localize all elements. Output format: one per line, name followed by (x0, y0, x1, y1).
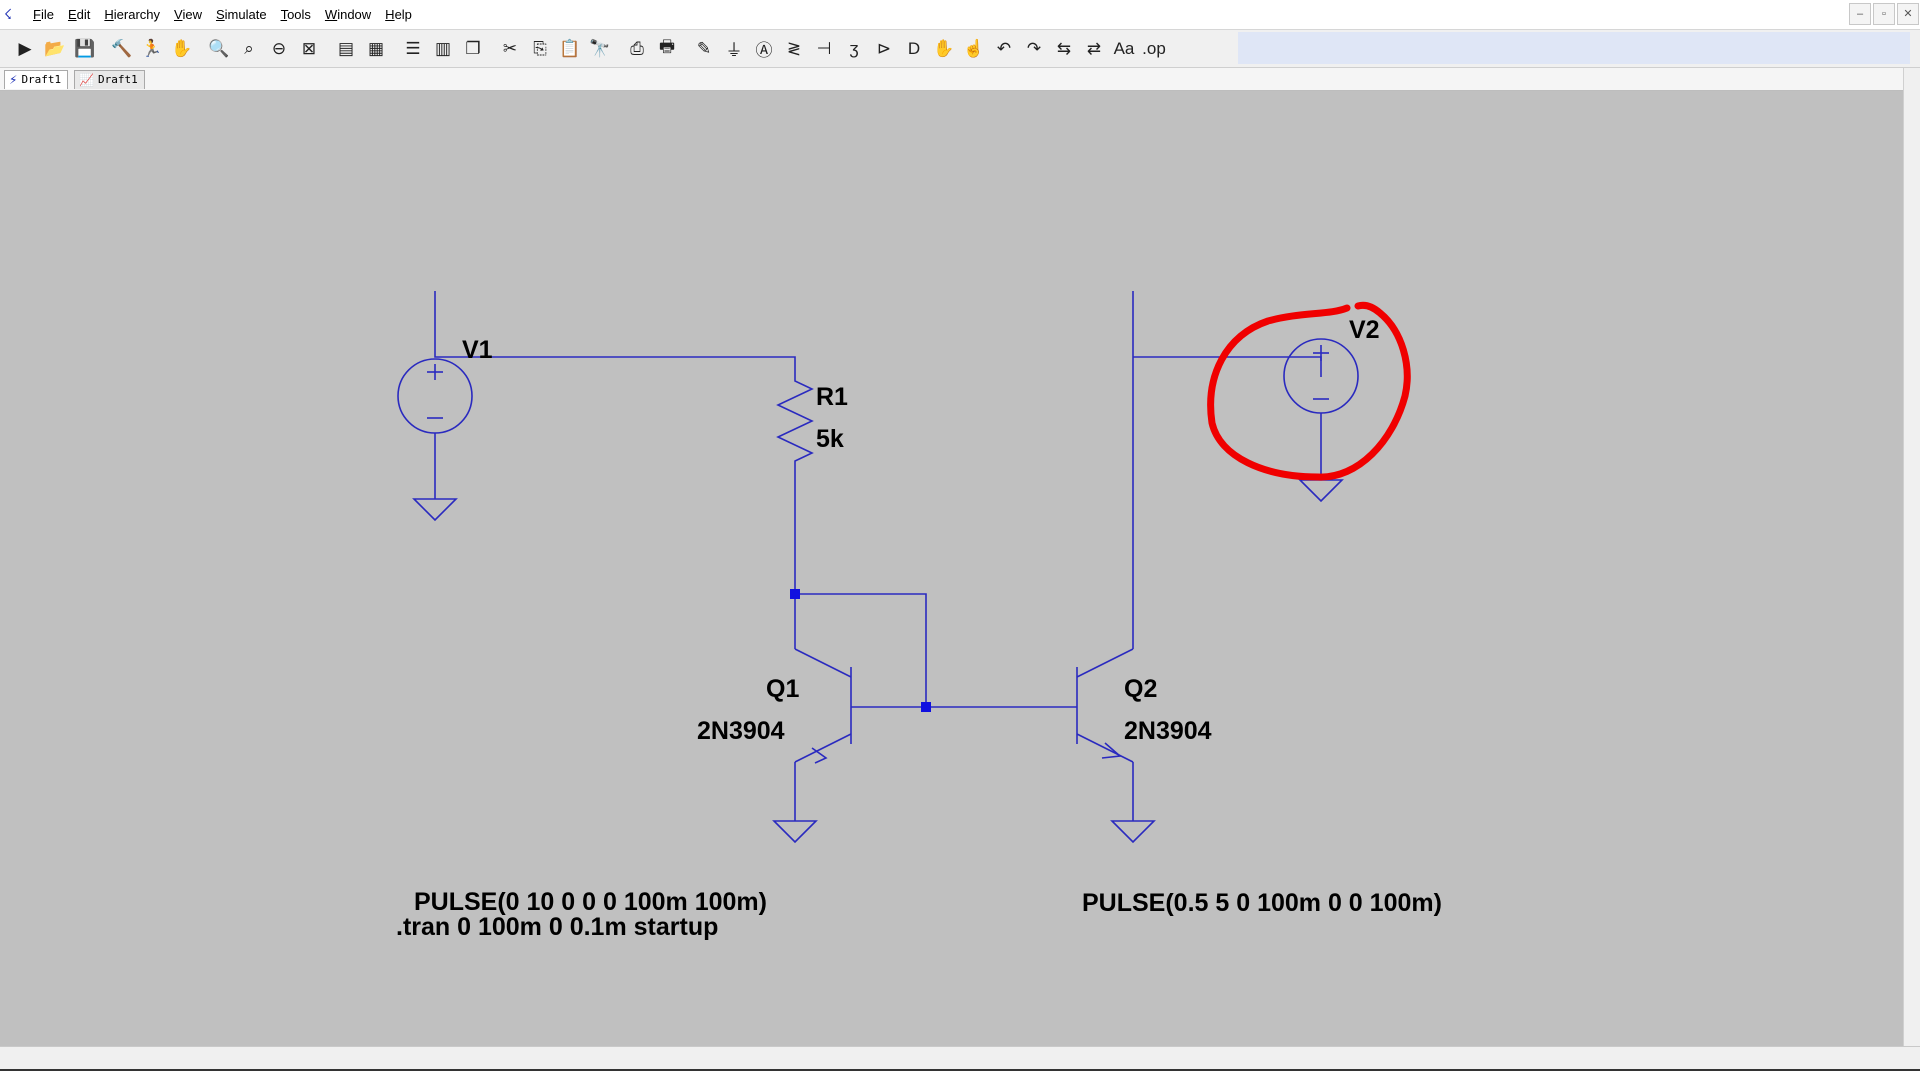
menu-help[interactable]: Help (378, 5, 419, 25)
ground-symbol-v1 (412, 498, 458, 522)
menu-list: File Edit Hierarchy View Simulate Tools … (26, 0, 419, 29)
mirror-icon[interactable]: ⇄ (1080, 35, 1108, 63)
menu-file[interactable]: File (26, 5, 61, 25)
print-icon[interactable]: ⎙ (623, 35, 651, 63)
ground-symbol-q1 (772, 820, 818, 844)
tile-vertical-icon[interactable]: ▥ (429, 35, 457, 63)
component-icon[interactable]: D (900, 35, 928, 63)
copy-icon[interactable]: ⎘ (526, 35, 554, 63)
r1-value-label: 5k (816, 425, 844, 453)
close-button[interactable]: ✕ (1897, 3, 1919, 25)
ltspice-logo-icon: ☇ (4, 6, 13, 22)
q1-name-label: Q1 (766, 675, 800, 703)
junction-dot-base (921, 702, 931, 712)
print-setup-icon[interactable]: 🖶 (653, 35, 681, 63)
resistor-r1-symbol (776, 376, 814, 466)
cut-icon[interactable]: ✂ (496, 35, 524, 63)
pan-icon[interactable]: ⌕ (235, 35, 263, 63)
status-bar (0, 1046, 1920, 1071)
diode-icon[interactable]: ⊳ (870, 35, 898, 63)
move-icon[interactable]: ✋ (930, 35, 958, 63)
run-pause-icon[interactable]: 🏃 (138, 35, 166, 63)
window-controls: – ▫ ✕ (1848, 0, 1920, 26)
menu-simulate[interactable]: Simulate (209, 5, 274, 25)
tran-spice-directive[interactable]: .tran 0 100m 0 0.1m startup (396, 915, 718, 940)
wire-q1-collector (794, 648, 852, 678)
v1-name-label: V1 (462, 336, 493, 364)
wire-icon[interactable]: ✎ (690, 35, 718, 63)
toolbar: ▶ 📂 💾 🔨 🏃 ✋ 🔍 ⌕ ⊖ ⊠ ▤ ▦ ☰ ▥ ❐ ✂ ⎘ 📋 🔭 ⎙ 🖶 ✎ ⏚ Ⓐ ≷ ⊣ ʒ ⊳ D ✋ ☝ ↶ ↷ ⇆ ⇄ Aa .op (0, 30, 1920, 68)
inductor-icon[interactable]: ʒ (840, 35, 868, 63)
capacitor-icon[interactable]: ⊣ (810, 35, 838, 63)
spice-directive-icon[interactable]: .op (1140, 35, 1168, 63)
schematic-drawing (397, 291, 1411, 844)
schematic-icon: ⚡ (9, 73, 18, 87)
menu-tools[interactable]: Tools (274, 5, 318, 25)
label-net-icon[interactable]: Ⓐ (750, 35, 778, 63)
q2-name-label: Q2 (1124, 675, 1158, 703)
drag-icon[interactable]: ☝ (960, 35, 988, 63)
v2-source-directive[interactable]: PULSE(0.5 5 0 100m 0 0 100m) (1082, 891, 1442, 916)
find-icon[interactable]: 🔭 (586, 35, 614, 63)
rotate-icon[interactable]: ⇆ (1050, 35, 1078, 63)
tab-waveform-draft1[interactable]: 📈 Draft1 (74, 70, 145, 89)
tab-label: Draft1 (97, 73, 138, 86)
v2-name-label: V2 (1349, 316, 1380, 344)
tile-horizontal-icon[interactable]: ☰ (399, 35, 427, 63)
restore-button[interactable]: ▫ (1873, 3, 1895, 25)
minimize-button[interactable]: – (1849, 3, 1871, 25)
document-tab-bar: ⚡ Draft1 📈 Draft1 (0, 68, 1920, 91)
menu-window[interactable]: Window (318, 5, 378, 25)
halt-icon[interactable]: ✋ (168, 35, 196, 63)
redo-icon[interactable]: ↷ (1020, 35, 1048, 63)
menu-edit[interactable]: Edit (61, 5, 97, 25)
wire-collector-base-link (795, 593, 927, 707)
zoom-in-icon[interactable]: 🔍 (205, 35, 233, 63)
toolbar-buttons: ▶ 📂 💾 🔨 🏃 ✋ 🔍 ⌕ ⊖ ⊠ ▤ ▦ ☰ ▥ ❐ ✂ ⎘ 📋 🔭 ⎙ 🖶 ✎ ⏚ Ⓐ ≷ ⊣ ʒ ⊳ D ✋ ☝ ↶ ↷ ⇆ ⇄ Aa .op (10, 33, 1169, 64)
tab-label: Draft1 (21, 73, 62, 86)
paste-icon[interactable]: 📋 (556, 35, 584, 63)
tab-schematic-draft1[interactable]: ⚡ Draft1 (4, 70, 69, 89)
zoom-fit-icon[interactable]: ⊠ (295, 35, 323, 63)
menu-bar: ☇ File Edit Hierarchy View Simulate Tool… (0, 0, 1920, 30)
v1-source-directive[interactable]: PULSE(0 10 0 0 0 100m 100m) (414, 890, 767, 915)
menu-view[interactable]: View (167, 5, 209, 25)
waveform-icon: 📈 (79, 73, 94, 87)
q2-model-label: 2N3904 (1124, 717, 1212, 745)
ground-symbol-q2 (1110, 820, 1156, 844)
run-icon[interactable]: ▶ (11, 35, 39, 63)
open-icon[interactable]: 📂 (41, 35, 69, 63)
wire-q2-to-v2 (1133, 356, 1322, 377)
undo-icon[interactable]: ↶ (990, 35, 1018, 63)
junction-dot-collector (790, 589, 800, 599)
q1-emitter (794, 733, 852, 763)
q2-collector (1076, 648, 1134, 678)
zoom-out-icon[interactable]: ⊖ (265, 35, 293, 63)
menu-hierarchy[interactable]: Hierarchy (97, 5, 167, 25)
r1-name-label: R1 (816, 383, 848, 411)
cascade-icon[interactable]: ❐ (459, 35, 487, 63)
q1-model-label: 2N3904 (697, 717, 785, 745)
resistor-icon[interactable]: ≷ (780, 35, 808, 63)
toolbar-empty-area (1238, 32, 1910, 64)
ground-symbol-v2 (1298, 479, 1344, 503)
schematic-canvas[interactable]: V1 R1 5k V2 Q1 2N3904 Q2 2N3904 PULSE(0 … (0, 91, 1920, 1046)
grid-icon[interactable]: ▦ (362, 35, 390, 63)
autorange-icon[interactable]: ▤ (332, 35, 360, 63)
control-panel-icon[interactable]: 🔨 (108, 35, 136, 63)
save-icon[interactable]: 💾 (71, 35, 99, 63)
vertical-scrollbar[interactable] (1903, 68, 1920, 1046)
ground-icon[interactable]: ⏚ (720, 35, 748, 63)
text-icon[interactable]: Aa (1110, 35, 1138, 63)
